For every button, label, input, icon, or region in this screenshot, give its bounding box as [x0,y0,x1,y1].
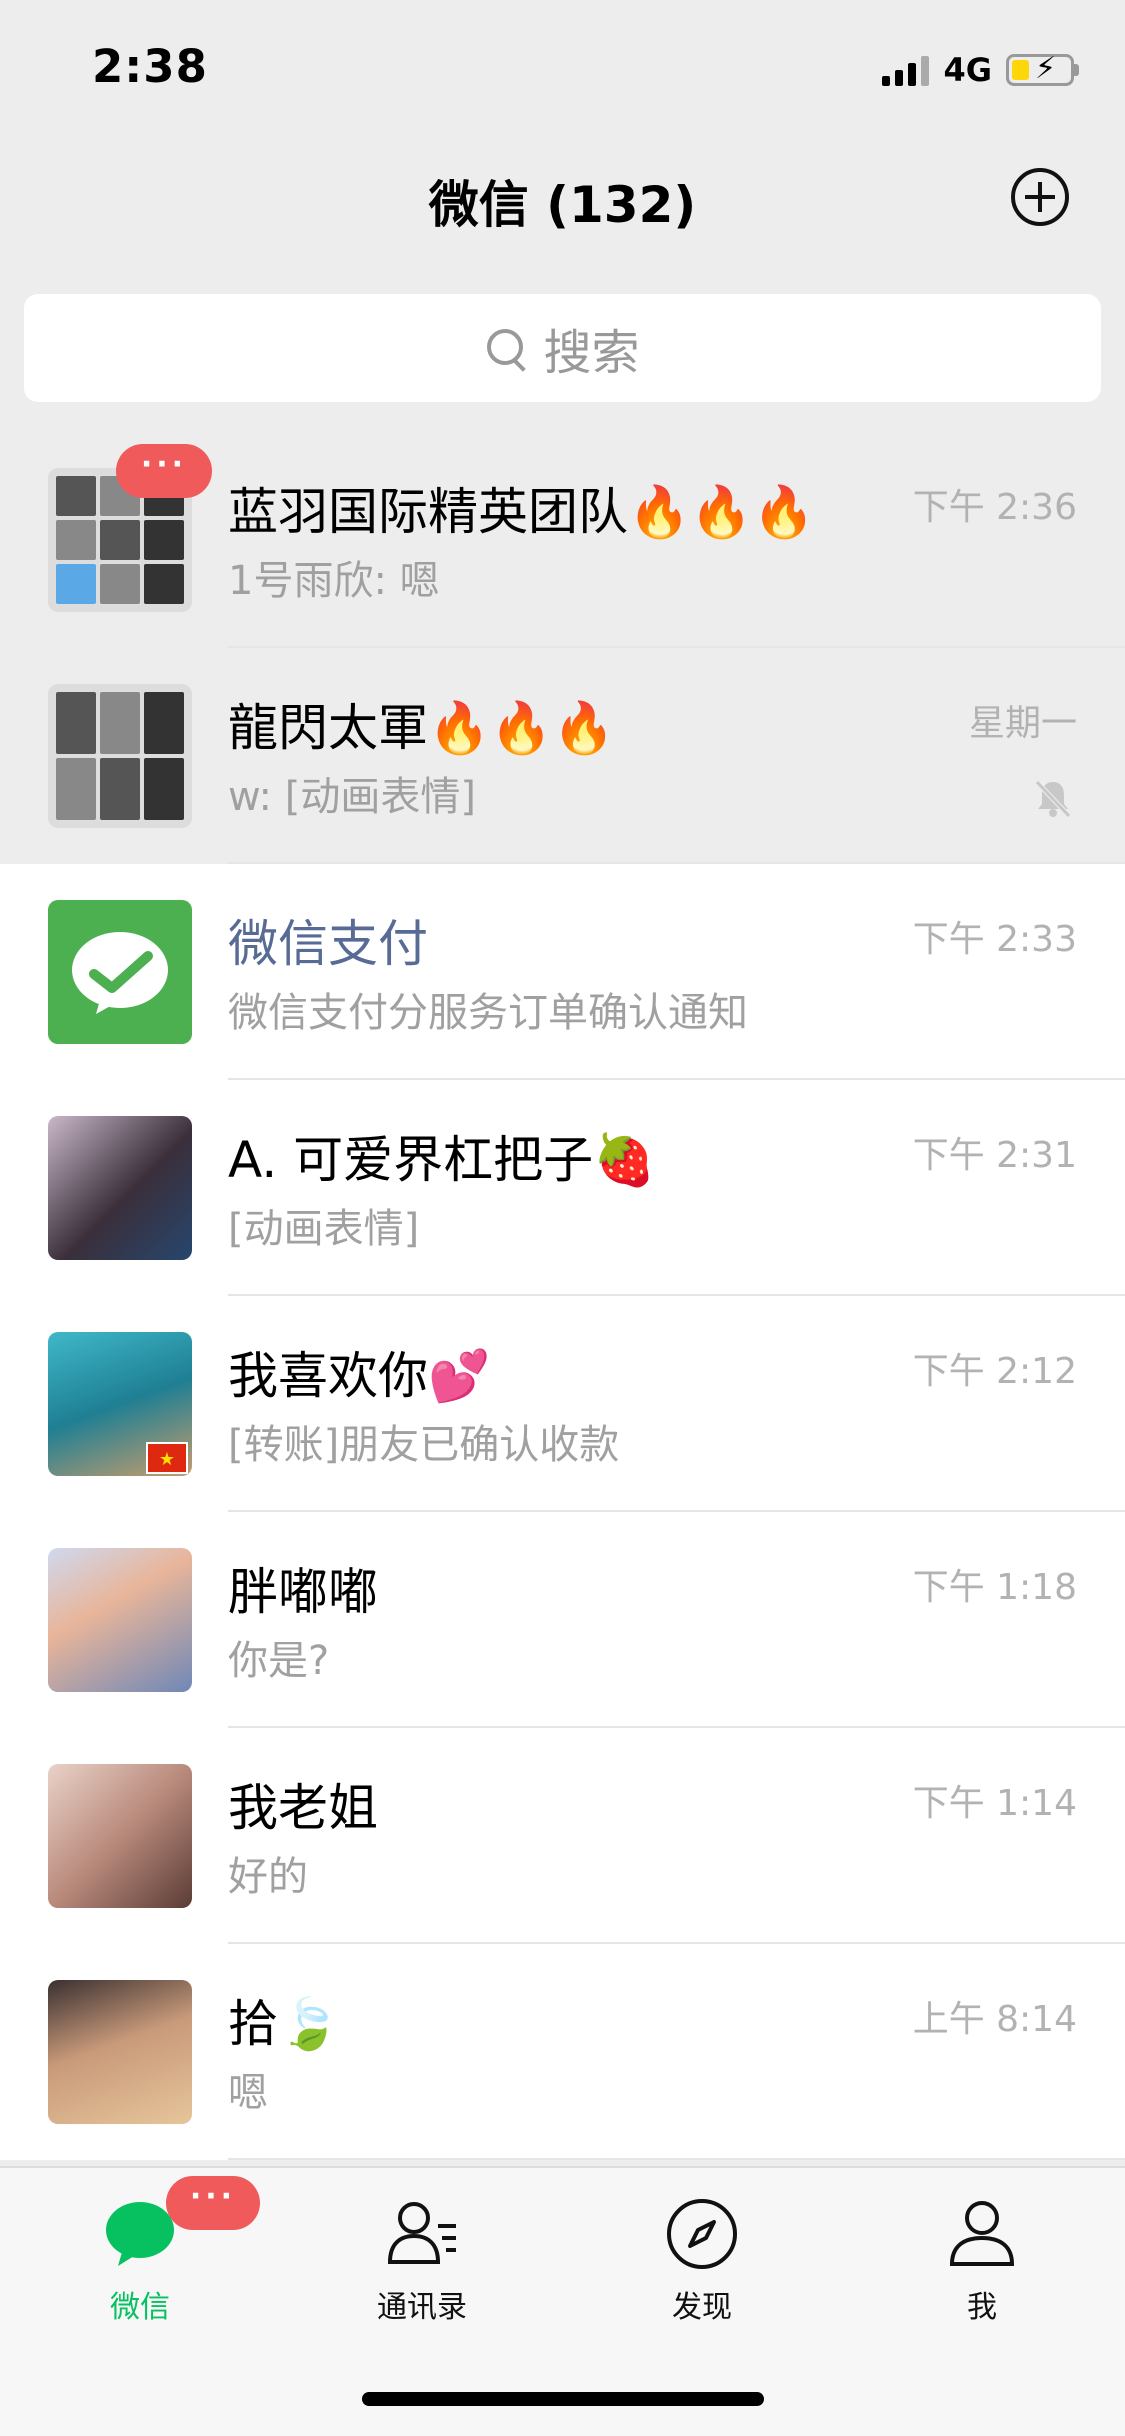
battery-icon: ⚡ [1006,51,1074,86]
chat-item[interactable]: ··· 蓝羽国际精英团队🔥🔥🔥 1号雨欣: 嗯 下午 2:36 [0,432,1125,648]
leaf-icon: 🍃 [278,1995,341,2053]
tab-label: 微信 [110,2290,170,2325]
chat-time: 上午 8:14 [912,1999,1077,2040]
chat-preview: w: [动画表情] [228,774,476,820]
contact-avatar [48,1116,192,1260]
mute-bell-icon [1035,780,1071,818]
search-input[interactable]: 搜索 [24,294,1101,402]
network-type: 4G [943,51,992,89]
flag-icon: ★ [146,1442,188,1474]
chat-time: 下午 1:14 [912,1783,1077,1824]
chat-title: A. 可爱界杠把子🍓 [228,1131,656,1189]
chat-time: 下午 2:36 [912,487,1077,528]
page-title: 微信 (132) [428,176,697,234]
tab-label: 我 [967,2290,997,2325]
chat-time: 下午 2:31 [912,1135,1077,1176]
status-bar: 2:38 4G ⚡ [0,0,1125,140]
nav-bar: 微信 (132) [0,140,1125,270]
contacts-icon [384,2196,460,2272]
chat-title: 微信支付 [228,915,428,973]
chat-item[interactable]: 拾🍃 嗯 上午 8:14 [0,1944,1125,2160]
chat-list: ··· 蓝羽国际精英团队🔥🔥🔥 1号雨欣: 嗯 下午 2:36 龍閃太軍🔥🔥🔥 … [0,432,1125,2160]
chat-time: 下午 2:12 [912,1351,1077,1392]
contact-avatar [48,1548,192,1692]
home-indicator[interactable] [362,2392,764,2406]
tab-discover[interactable]: 发现 [602,2196,802,2326]
tab-contacts[interactable]: 通讯录 [322,2196,522,2326]
chat-time: 下午 1:18 [912,1567,1077,1608]
signal-icon [882,54,930,86]
fire-icon: 🔥🔥🔥 [628,483,815,541]
tab-unread-badge: ··· [166,2176,260,2230]
tab-label: 发现 [672,2290,732,2325]
tab-label: 通讯录 [377,2290,467,2325]
search-placeholder: 搜索 [543,325,640,381]
chat-time: 下午 2:33 [912,919,1077,960]
chat-item[interactable]: ★ 我喜欢你💕 [转账]朋友已确认收款 下午 2:12 [0,1296,1125,1512]
search-icon [485,327,527,369]
chat-title: 龍閃太軍🔥🔥🔥 [228,699,615,757]
status-time: 2:38 [92,40,208,93]
person-icon [944,2196,1020,2272]
hearts-icon: 💕 [428,1347,491,1405]
wechat-pay-icon [72,932,168,1014]
compass-icon [664,2196,740,2272]
unread-badge: ··· [116,444,212,498]
chat-preview: 你是? [228,1638,330,1684]
wechat-pay-avatar [48,900,192,1044]
chat-title: 拾🍃 [228,1995,341,2053]
chat-item[interactable]: A. 可爱界杠把子🍓 [动画表情] 下午 2:31 [0,1080,1125,1296]
chat-item[interactable]: 微信支付 微信支付分服务订单确认通知 下午 2:33 [0,864,1125,1080]
chat-title: 胖嘟嘟 [228,1563,378,1621]
strawberry-icon: 🍓 [593,1131,656,1189]
contact-avatar [48,1764,192,1908]
add-plus-icon[interactable] [1011,168,1069,226]
chat-preview: 好的 [228,1854,308,1900]
chat-item[interactable]: 我老姐 好的 下午 1:14 [0,1728,1125,1944]
chat-title: 我老姐 [228,1779,378,1837]
group-avatar [48,684,192,828]
contact-avatar [48,1980,192,2124]
chat-title: 蓝羽国际精英团队🔥🔥🔥 [228,483,815,541]
chat-preview: 1号雨欣: 嗯 [228,558,440,604]
chat-item[interactable]: 胖嘟嘟 你是? 下午 1:18 [0,1512,1125,1728]
chat-preview: 嗯 [228,2070,268,2116]
status-indicators: 4G ⚡ [882,50,1079,90]
fire-icon: 🔥🔥🔥 [428,699,615,757]
chat-title: 我喜欢你💕 [228,1347,491,1405]
chat-preview: [转账]朋友已确认收款 [228,1422,620,1468]
tab-me[interactable]: 我 [882,2196,1082,2326]
chat-item[interactable]: 龍閃太軍🔥🔥🔥 w: [动画表情] 星期一 [0,648,1125,864]
chat-time: 星期一 [968,703,1077,744]
chat-preview: [动画表情] [228,1206,420,1252]
chat-preview: 微信支付分服务订单确认通知 [228,990,748,1036]
